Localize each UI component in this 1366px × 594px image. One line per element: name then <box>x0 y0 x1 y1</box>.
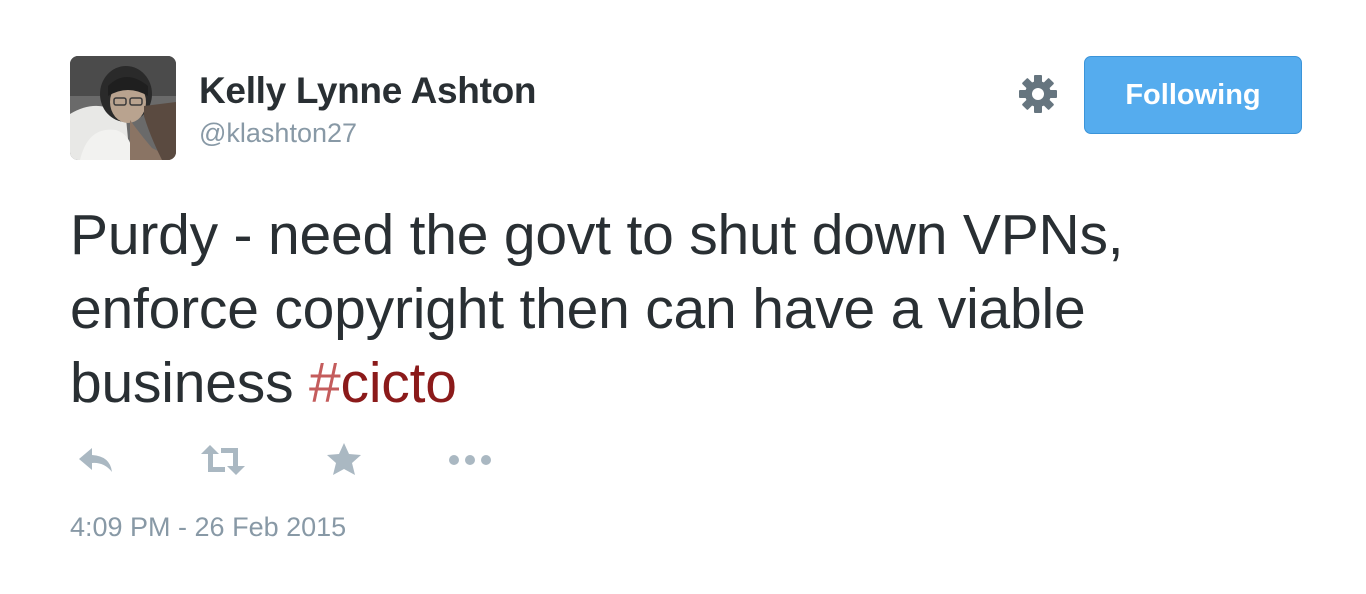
favorite-icon[interactable] <box>322 438 366 482</box>
display-name[interactable]: Kelly Lynne Ashton <box>199 70 537 112</box>
user-handle[interactable]: @klashton27 <box>199 118 357 149</box>
tweet-text: Purdy - need the govt to shut down VPNs,… <box>70 198 1290 420</box>
avatar[interactable] <box>70 56 176 160</box>
retweet-icon[interactable] <box>198 438 245 482</box>
tweet-body: Purdy - need the govt to shut down VPNs,… <box>70 203 1124 415</box>
more-icon[interactable] <box>446 438 491 482</box>
gear-icon[interactable] <box>1016 72 1060 116</box>
hashtag-link[interactable]: #cicto <box>309 351 457 415</box>
hashtag-text: cicto <box>340 351 457 415</box>
tweet-timestamp[interactable]: 4:09 PM - 26 Feb 2015 <box>70 512 346 543</box>
hashtag-symbol: # <box>309 351 341 415</box>
reply-icon[interactable] <box>74 438 118 482</box>
following-button[interactable]: Following <box>1084 56 1302 134</box>
